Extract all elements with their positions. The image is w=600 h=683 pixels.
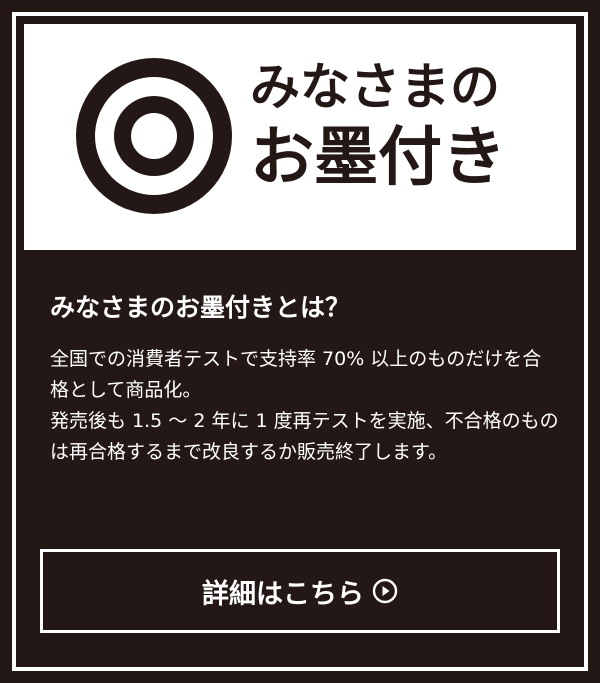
banner: みなさまの お墨付き みなさまのお墨付きとは？ 全国での消費者テストで支持率 7… [0, 0, 600, 683]
about-paragraph-1: 全国での消費者テストで支持率 70% 以上のものだけを合格として商品化。 [50, 348, 542, 401]
about-paragraph-2: 発売後も 1.5 〜 2 年に 1 度再テストを実施、不合格のものは再合格するま… [50, 409, 559, 463]
logo-wordmark: みなさまの お墨付き [250, 62, 506, 190]
double-circle-logo-icon [76, 58, 232, 214]
banner-inner: みなさまの お墨付き みなさまのお墨付きとは？ 全国での消費者テストで支持率 7… [20, 20, 580, 663]
details-button[interactable]: 詳細はこちら [40, 549, 560, 633]
about-description: 全国での消費者テストで支持率 70% 以上のものだけを合格として商品化。 発売後… [50, 344, 560, 468]
logo-header: みなさまの お墨付き [24, 24, 576, 250]
about-title: みなさまのお墨付きとは？ [50, 293, 351, 322]
logo-line-2: お墨付き [250, 121, 506, 195]
logo-line-1: みなさまの [250, 58, 500, 116]
play-circle-icon [372, 578, 398, 604]
details-button-label: 詳細はこちら [202, 578, 364, 610]
